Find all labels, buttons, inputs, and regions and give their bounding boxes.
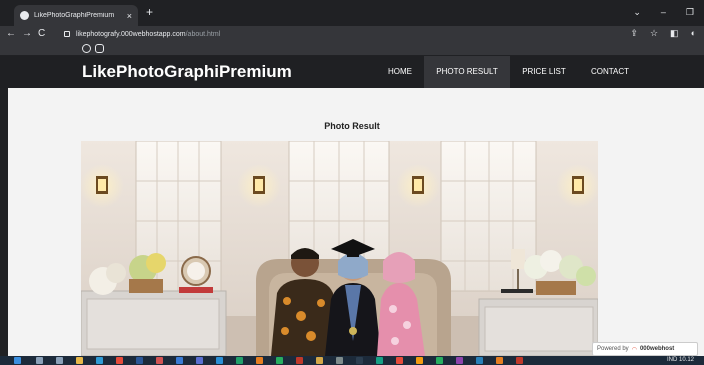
maximize-button[interactable]: ❐ — [686, 7, 694, 18]
app-icon[interactable] — [316, 357, 323, 364]
instagram-icon[interactable] — [95, 44, 104, 53]
powered-by-label: Powered by — [597, 346, 629, 352]
file-explorer-icon[interactable] — [76, 357, 83, 364]
word-icon[interactable] — [136, 357, 143, 364]
app-icon[interactable] — [376, 357, 383, 364]
reload-button[interactable]: C — [38, 28, 45, 40]
window-controls: ⌄ – ❐ — [633, 7, 694, 18]
app-icon[interactable] — [416, 357, 423, 364]
minimize-button[interactable]: – — [661, 7, 666, 18]
powered-by-brand: 000webhost — [639, 346, 675, 352]
task-view-icon[interactable] — [56, 357, 63, 364]
os-taskbar: IND 10.12 — [0, 356, 704, 365]
system-tray-clock[interactable]: IND 10.12 — [667, 356, 694, 365]
new-tab-button[interactable]: + — [146, 6, 153, 18]
nav-home[interactable]: HOME — [376, 56, 424, 88]
star-icon[interactable]: ☆ — [650, 28, 658, 39]
profile-icon[interactable]: ◐ — [691, 28, 696, 39]
start-button-icon[interactable] — [14, 357, 21, 364]
lock-icon[interactable] — [64, 31, 70, 37]
app-icon[interactable] — [156, 357, 163, 364]
toolbar-right: ⇪ ☆ ◧ ◐ — [630, 28, 696, 39]
site-navbar: LikePhotoGraphiPremium HOME PHOTO RESULT… — [0, 56, 704, 88]
app-icon[interactable] — [236, 357, 243, 364]
webhost-logo-icon: ◠ — [631, 346, 637, 353]
mail-icon[interactable] — [176, 357, 183, 364]
app-icon[interactable] — [476, 357, 483, 364]
app-icon[interactable] — [256, 357, 263, 364]
app-icon[interactable] — [396, 357, 403, 364]
url-path: /about.html — [185, 30, 221, 38]
photo-result-image — [81, 141, 598, 356]
browser-tab[interactable]: LikePhotoGraphiPremium × — [14, 5, 138, 26]
app-icon[interactable] — [496, 357, 503, 364]
app-icon[interactable] — [336, 357, 343, 364]
app-icon[interactable] — [356, 357, 363, 364]
app-icon[interactable] — [296, 357, 303, 364]
section-title: Photo Result — [324, 121, 380, 131]
tab-title: LikePhotoGraphiPremium — [34, 12, 115, 19]
app-icon[interactable] — [456, 357, 463, 364]
browser-toolbar: ← → C likephotografy.000webhostapp.com /… — [0, 26, 704, 42]
bookmarks-bar — [0, 42, 704, 56]
forward-button[interactable]: → — [22, 28, 32, 40]
app-icon[interactable] — [276, 357, 283, 364]
browser-tab-bar: LikePhotoGraphiPremium × + ⌄ – ❐ — [0, 0, 704, 26]
tab-close-button[interactable]: × — [127, 11, 132, 21]
sidebar-icon[interactable]: ◧ — [670, 28, 679, 39]
site-favicon-icon — [20, 11, 29, 20]
powered-by-badge[interactable]: Powered by ◠ 000webhost — [592, 342, 698, 356]
app-icon[interactable] — [216, 357, 223, 364]
share-icon[interactable]: ⇪ — [630, 28, 638, 39]
edge-icon[interactable] — [96, 357, 103, 364]
url-host: likephotografy.000webhostapp.com — [76, 30, 186, 38]
store-icon[interactable] — [196, 357, 203, 364]
tab-search-icon[interactable]: ⌄ — [633, 7, 641, 18]
back-button[interactable]: ← — [6, 28, 16, 40]
address-bar[interactable]: likephotografy.000webhostapp.com /about.… — [64, 27, 624, 41]
nav-price-list[interactable]: PRICE LIST — [510, 56, 578, 88]
whatsapp-icon[interactable] — [82, 44, 91, 53]
app-icon[interactable] — [436, 357, 443, 364]
site-brand[interactable]: LikePhotoGraphiPremium — [82, 62, 292, 82]
chrome-icon[interactable] — [116, 357, 123, 364]
app-icon[interactable] — [516, 357, 523, 364]
search-icon[interactable] — [36, 357, 43, 364]
nav-contact[interactable]: CONTACT — [578, 56, 642, 88]
nav-photo-result[interactable]: PHOTO RESULT — [424, 56, 510, 88]
